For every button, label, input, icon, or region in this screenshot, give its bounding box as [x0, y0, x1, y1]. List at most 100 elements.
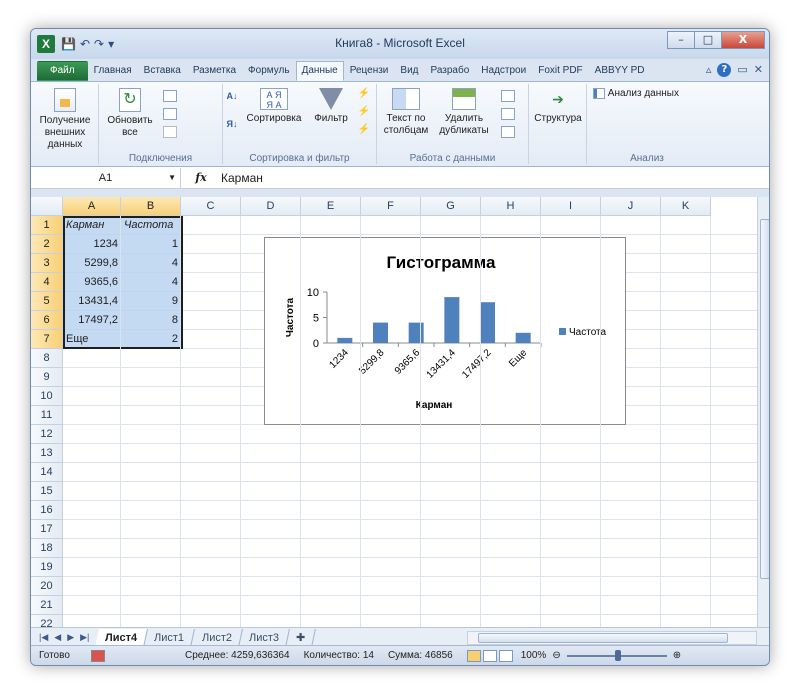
cell-a7[interactable]: Еще	[63, 330, 121, 349]
sort-za-icon[interactable]: Я↓	[225, 118, 239, 130]
chevron-down-icon[interactable]: ▼	[168, 168, 176, 188]
row-header-14[interactable]: 14	[31, 463, 63, 482]
tab-10[interactable]: Foxit PDF	[532, 61, 588, 81]
advanced-filter-icon[interactable]: ⚡	[357, 124, 371, 136]
row-header-19[interactable]: 19	[31, 558, 63, 577]
column-header-g[interactable]: G	[421, 197, 481, 216]
sheet-tab-3[interactable]: Лист3	[238, 628, 290, 647]
first-sheet-icon[interactable]: |◀	[39, 632, 48, 643]
column-header-j[interactable]: J	[601, 197, 661, 216]
horizontal-scroll-thumb[interactable]	[478, 632, 728, 643]
close-button[interactable]: X	[721, 31, 765, 49]
row-header-6[interactable]: 6	[31, 311, 63, 330]
vertical-scroll-thumb[interactable]	[760, 219, 769, 579]
sheet-tab-0[interactable]: Лист4	[95, 628, 149, 647]
row-header-11[interactable]: 11	[31, 406, 63, 425]
tab-1[interactable]: Главная	[88, 61, 138, 81]
row-header-13[interactable]: 13	[31, 444, 63, 463]
data-analysis-button[interactable]: Анализ данных	[593, 88, 705, 100]
page-layout-view-icon[interactable]	[482, 649, 497, 662]
reapply-filter-icon[interactable]: ⚡	[357, 106, 371, 118]
column-header-i[interactable]: I	[541, 197, 601, 216]
formula-input[interactable]: Карман	[221, 171, 263, 185]
sheet-tab-2[interactable]: Лист2	[191, 628, 243, 647]
cell-b1[interactable]: Частота	[121, 216, 181, 235]
tab-0[interactable]: Файл	[37, 61, 88, 81]
row-header-12[interactable]: 12	[31, 425, 63, 444]
row-header-15[interactable]: 15	[31, 482, 63, 501]
row-header-2[interactable]: 2	[31, 235, 63, 254]
sort-az-icon[interactable]: A↓	[225, 90, 239, 102]
cell-b7[interactable]: 2	[121, 330, 181, 349]
get-external-data-button[interactable]: Получение внешних данных	[33, 88, 97, 151]
row-header-1[interactable]: 1	[31, 216, 63, 235]
vertical-scrollbar[interactable]	[757, 197, 769, 627]
next-sheet-icon[interactable]: ▶	[67, 632, 74, 643]
minimize-button[interactable]: –	[667, 31, 695, 49]
cell-a4[interactable]: 9365,6	[63, 273, 121, 292]
sort-button[interactable]: А ЯЯ А Сортировка	[241, 88, 307, 125]
tab-8[interactable]: Разрабо	[425, 61, 476, 81]
cell-a6[interactable]: 17497,2	[63, 311, 121, 330]
row-header-5[interactable]: 5	[31, 292, 63, 311]
zoom-out-icon[interactable]: ⊖	[552, 650, 560, 661]
tab-4[interactable]: Формуль	[242, 61, 296, 81]
zoom-slider-knob[interactable]	[614, 649, 621, 661]
zoom-level[interactable]: 100%	[521, 650, 547, 661]
insert-sheet-icon[interactable]: ✚	[285, 628, 316, 647]
tab-9[interactable]: Надстрои	[475, 61, 532, 81]
column-header-h[interactable]: H	[481, 197, 541, 216]
row-header-8[interactable]: 8	[31, 349, 63, 368]
row-header-4[interactable]: 4	[31, 273, 63, 292]
tab-2[interactable]: Вставка	[138, 61, 187, 81]
row-header-22[interactable]: 22	[31, 615, 63, 627]
row-header-10[interactable]: 10	[31, 387, 63, 406]
page-break-view-icon[interactable]	[498, 649, 513, 662]
row-header-3[interactable]: 3	[31, 254, 63, 273]
remove-duplicates-button[interactable]: Удалить дубликаты	[435, 88, 493, 137]
tab-5[interactable]: Данные	[295, 61, 344, 81]
column-header-k[interactable]: K	[661, 197, 711, 216]
maximize-button[interactable]: □	[694, 31, 722, 49]
cell-b6[interactable]: 8	[121, 311, 181, 330]
tab-3[interactable]: Разметка	[187, 61, 242, 81]
cell-b3[interactable]: 4	[121, 254, 181, 273]
name-box[interactable]: A1 ▼	[31, 167, 181, 188]
outline-button[interactable]: ➔ Структура	[531, 88, 585, 125]
cell-a1[interactable]: Карман	[63, 216, 121, 235]
clear-filter-icon[interactable]: ⚡	[357, 88, 371, 100]
restore-icon[interactable]: ▭	[737, 63, 747, 77]
filter-button[interactable]: Фильтр	[309, 88, 353, 125]
macro-record-icon[interactable]	[91, 649, 105, 662]
row-header-21[interactable]: 21	[31, 596, 63, 615]
tab-6[interactable]: Рецензи	[344, 61, 395, 81]
properties-icon[interactable]	[163, 108, 177, 120]
row-header-9[interactable]: 9	[31, 368, 63, 387]
cell-a3[interactable]: 5299,8	[63, 254, 121, 273]
zoom-in-icon[interactable]: ⊕	[673, 650, 681, 661]
cell-b5[interactable]: 9	[121, 292, 181, 311]
sheet-tab-1[interactable]: Лист1	[144, 628, 196, 647]
minimize-ribbon-icon[interactable]: ▵	[706, 63, 712, 77]
cell-b4[interactable]: 4	[121, 273, 181, 292]
cell-b2[interactable]: 1	[121, 235, 181, 254]
histogram-chart[interactable]: Гистограмма 0 5 10 Частота 1234 5299,8 9365,6 13…	[264, 237, 626, 425]
row-header-16[interactable]: 16	[31, 501, 63, 520]
zoom-slider[interactable]	[566, 649, 667, 661]
row-header-17[interactable]: 17	[31, 520, 63, 539]
tab-11[interactable]: ABBYY PD	[589, 61, 651, 81]
tab-7[interactable]: Вид	[394, 61, 424, 81]
column-header-b[interactable]: B	[121, 197, 181, 216]
select-all-corner[interactable]	[31, 197, 63, 216]
what-if-icon[interactable]	[501, 126, 515, 138]
cell-a5[interactable]: 13431,4	[63, 292, 121, 311]
column-header-e[interactable]: E	[301, 197, 361, 216]
normal-view-icon[interactable]	[466, 649, 481, 662]
refresh-all-button[interactable]: ↻ Обновить все	[105, 88, 155, 139]
insert-function-icon[interactable]: fx	[181, 171, 221, 184]
row-header-7[interactable]: 7	[31, 330, 63, 349]
column-header-a[interactable]: A	[63, 197, 121, 216]
consolidate-icon[interactable]	[501, 108, 515, 120]
text-to-columns-button[interactable]: Текст по столбцам	[379, 88, 433, 137]
close-workbook-icon[interactable]: ✕	[754, 63, 763, 77]
